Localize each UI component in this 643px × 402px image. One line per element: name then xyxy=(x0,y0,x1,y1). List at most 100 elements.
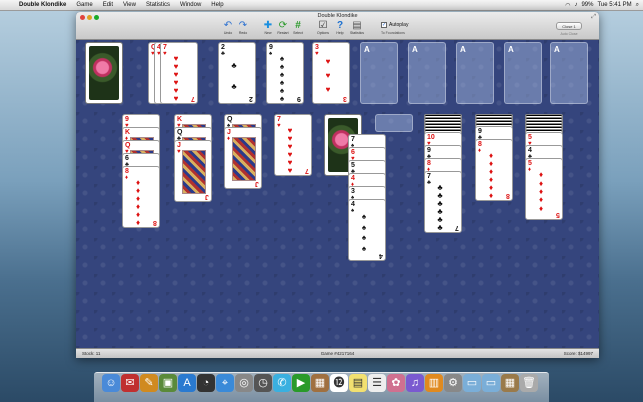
card-rank: 9 xyxy=(427,147,431,154)
notes-icon[interactable]: ▤ xyxy=(349,374,367,392)
menu-edit[interactable]: Edit xyxy=(98,2,118,8)
card-suit-icon: ♠ xyxy=(269,51,273,57)
pen-icon[interactable]: ✎ xyxy=(140,374,158,392)
card-rank: Q xyxy=(125,142,131,149)
close-button[interactable]: Close 1 xyxy=(556,22,582,30)
foundation-slot[interactable]: A xyxy=(360,42,398,104)
wifi-icon[interactable]: ◠ xyxy=(565,2,570,9)
safari-icon[interactable]: ⌖ xyxy=(216,374,234,392)
clock[interactable]: Tue 5:41 PM xyxy=(597,2,631,8)
undo-arrow-icon: ↶ xyxy=(223,20,233,31)
statistics-button[interactable]: ▤ Statistics xyxy=(347,20,367,35)
card-suit-icon: ♦ xyxy=(125,175,129,181)
playing-card[interactable]: 4 ♠ ♠ ♠ ♠ ♠ 4 xyxy=(348,199,386,261)
playing-card[interactable]: 8♦♦♦♦♦♦♦♦♦8 xyxy=(122,166,160,228)
card-rank: 7 xyxy=(351,136,355,143)
foundation-slot[interactable]: A xyxy=(550,42,588,104)
menu-help[interactable]: Help xyxy=(206,2,228,8)
foundation-slot[interactable]: A xyxy=(456,42,494,104)
finder-icon[interactable]: ☺ xyxy=(102,374,120,392)
card-rank: J xyxy=(177,142,181,149)
checkbox-icon: ☑ xyxy=(318,20,328,31)
playing-card[interactable]: 7♣♣♣♣♣♣♣♣7 xyxy=(424,171,462,233)
card-pips: ♥ ♥ ♥ xyxy=(325,57,331,94)
game-number: Game #4217164 xyxy=(320,351,355,356)
card-rank-bottom: 8 xyxy=(506,192,510,199)
playing-card[interactable]: 8♦♦♦♦♦♦♦♦♦8 xyxy=(475,139,513,201)
redo-arrow-icon: ↷ xyxy=(238,20,248,31)
card-rank: 8 xyxy=(427,160,431,167)
foundation-slot[interactable]: A xyxy=(504,42,542,104)
score: Score: $14997 xyxy=(563,351,593,356)
playing-card[interactable]: 2 ♣ ♣ ♣ 2 xyxy=(218,42,256,104)
stock-pile[interactable] xyxy=(85,42,123,104)
reminders-icon[interactable]: ☰ xyxy=(368,374,386,392)
playing-card[interactable]: J ♥ J xyxy=(174,140,212,202)
facetime-icon[interactable]: ▶ xyxy=(292,374,310,392)
spotlight-icon[interactable]: ⌕ xyxy=(636,2,639,9)
card-rank: 4 xyxy=(351,201,355,208)
documents-icon[interactable]: ▦ xyxy=(501,374,519,392)
window-title: Double Klondike xyxy=(317,13,358,19)
chart-icon: ▤ xyxy=(352,20,362,31)
card-suit-icon: ♣ xyxy=(427,180,431,186)
playing-card[interactable]: 3 ♥ ♥ ♥ ♥ 3 xyxy=(312,42,350,104)
preferences-icon[interactable]: ⚙ xyxy=(444,374,462,392)
folder-icon[interactable]: ▭ xyxy=(463,374,481,392)
playing-card[interactable]: 7♥♥♥♥♥♥♥♥7 xyxy=(274,114,312,176)
card-pips: ♠♠♠♠♠♠♠♠♠ xyxy=(279,54,285,104)
status-menus: ◠ ♪ 99% Tue 5:41 PM ⌕ xyxy=(565,2,643,9)
card-pips: ♦ ♦ ♦ ♦ ♦ xyxy=(538,170,544,213)
calendar-icon[interactable]: ⓬ xyxy=(330,374,348,392)
clock-icon[interactable]: ◷ xyxy=(254,374,272,392)
card-table: Q♥Q4♥♥♥♥♥47♥♥♥♥♥♥♥♥72♣♣♣29♠♠♠♠♠♠♠♠♠♠93♥♥… xyxy=(76,40,599,348)
photos-icon[interactable]: ✿ xyxy=(387,374,405,392)
redo-button[interactable]: ↷ Redo xyxy=(233,20,253,35)
playing-card[interactable]: 9♠♠♠♠♠♠♠♠♠♠9 xyxy=(266,42,304,104)
menu-app-name[interactable]: Double Klondike xyxy=(14,2,71,8)
fullscreen-icon[interactable]: ⤢ xyxy=(591,14,596,21)
menu-window[interactable]: Window xyxy=(175,2,206,8)
card-rank: K xyxy=(125,129,131,136)
mail-icon[interactable]: ✉ xyxy=(121,374,139,392)
court-card-art xyxy=(182,150,206,194)
card-suit-icon: ♦ xyxy=(528,167,532,173)
check-icon: ✓ xyxy=(381,22,387,28)
card-rank-bottom: 3 xyxy=(343,95,347,102)
card-rank-bottom: J xyxy=(255,180,259,187)
card-rank-bottom: 7 xyxy=(191,95,195,102)
menu-bar: Double Klondike Game Edit View Statistic… xyxy=(0,0,643,11)
playing-card[interactable]: 5 ♦ ♦ ♦ ♦ ♦ ♦ 5 xyxy=(525,158,563,220)
playing-card[interactable]: J ♦ J xyxy=(224,127,262,189)
foundation-ace-label: A xyxy=(364,45,370,54)
ibooks-icon[interactable]: ▥ xyxy=(425,374,443,392)
autoplay-checkbox[interactable]: ✓ Autoplay xyxy=(381,22,408,28)
dashboard-icon[interactable]: ◔ xyxy=(197,374,215,392)
to-foundations-label: To Foundations xyxy=(381,31,405,35)
photo-icon[interactable]: ▣ xyxy=(159,374,177,392)
messages-icon[interactable]: ✆ xyxy=(273,374,291,392)
itunes-icon[interactable]: ♫ xyxy=(406,374,424,392)
contacts-icon[interactable]: ▦ xyxy=(311,374,329,392)
volume-icon[interactable]: ♪ xyxy=(574,2,577,8)
foundation-ace-label: A xyxy=(508,45,514,54)
card-rank: 3 xyxy=(351,188,355,195)
card-rank-bottom: 9 xyxy=(297,95,301,102)
foundation-ace-label: A xyxy=(460,45,466,54)
folder-icon-2[interactable]: ▭ xyxy=(482,374,500,392)
card-rank: Q xyxy=(227,116,233,123)
menu-view[interactable]: View xyxy=(118,2,141,8)
compass-icon[interactable]: ◎ xyxy=(235,374,253,392)
empty-tableau-slot[interactable] xyxy=(375,114,413,132)
menu-statistics[interactable]: Statistics xyxy=(141,2,175,8)
playing-card[interactable]: 7♥♥♥♥♥♥♥♥7 xyxy=(160,42,198,104)
card-rank: 6 xyxy=(125,155,129,162)
trash-icon[interactable]: 🗑 xyxy=(520,374,538,392)
card-rank: 7 xyxy=(163,44,167,51)
battery-percent[interactable]: 99% xyxy=(581,2,593,8)
foundation-slot[interactable]: A xyxy=(408,42,446,104)
menu-game[interactable]: Game xyxy=(71,2,97,8)
app-store-icon[interactable]: A xyxy=(178,374,196,392)
hash-icon: # xyxy=(295,20,301,31)
select-game-button[interactable]: # Select xyxy=(288,20,308,35)
